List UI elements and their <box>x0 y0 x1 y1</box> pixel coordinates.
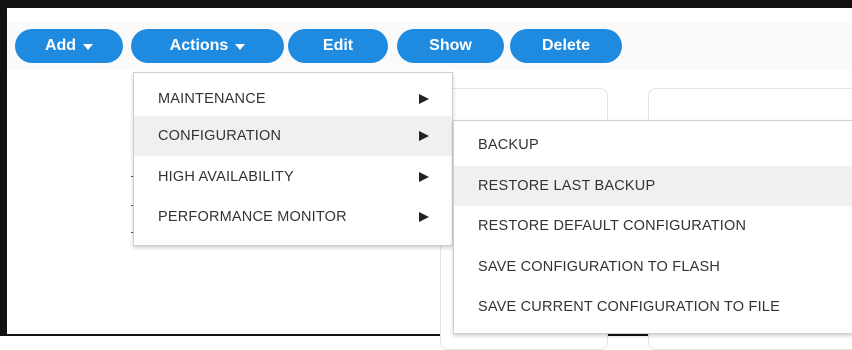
show-button[interactable]: Show <box>397 29 504 63</box>
submenu-item-label: RESTORE LAST BACKUP <box>478 178 656 194</box>
submenu-item-restore-last-backup[interactable]: RESTORE LAST BACKUP <box>454 166 852 206</box>
submenu-item-label: BACKUP <box>478 137 539 153</box>
configuration-submenu: BACKUP RESTORE LAST BACKUP RESTORE DEFAU… <box>453 120 852 334</box>
menu-item-high-availability[interactable]: HIGH AVAILABILITY <box>134 157 452 197</box>
menu-item-label: PERFORMANCE MONITOR <box>158 209 347 225</box>
menu-item-label: HIGH AVAILABILITY <box>158 169 294 185</box>
submenu-item-label: SAVE CURRENT CONFIGURATION TO FILE <box>478 299 780 315</box>
submenu-item-restore-default-configuration[interactable]: RESTORE DEFAULT CONFIGURATION <box>454 206 852 246</box>
menu-item-configuration[interactable]: CONFIGURATION <box>134 116 452 156</box>
chevron-right-icon <box>419 212 429 222</box>
chevron-down-icon <box>235 44 246 50</box>
submenu-item-label: RESTORE DEFAULT CONFIGURATION <box>478 218 747 234</box>
chevron-right-icon <box>419 131 429 141</box>
submenu-item-save-configuration-to-flash[interactable]: SAVE CONFIGURATION TO FLASH <box>454 247 852 287</box>
add-button[interactable]: Add <box>15 29 123 63</box>
chevron-right-icon <box>419 172 429 182</box>
delete-button-label: Delete <box>541 37 591 54</box>
submenu-item-backup[interactable]: BACKUP <box>454 125 852 165</box>
menu-item-maintenance[interactable]: MAINTENANCE <box>134 79 452 119</box>
chevron-right-icon <box>419 94 429 104</box>
actions-button[interactable]: Actions <box>131 29 284 63</box>
actions-button-label: Actions <box>169 37 229 54</box>
menu-item-label: CONFIGURATION <box>158 128 282 144</box>
submenu-item-save-current-configuration-to-file[interactable]: SAVE CURRENT CONFIGURATION TO FILE <box>454 287 852 327</box>
delete-button[interactable]: Delete <box>510 29 622 63</box>
menu-item-label: MAINTENANCE <box>158 91 266 107</box>
show-button-label: Show <box>429 37 472 54</box>
submenu-item-label: SAVE CONFIGURATION TO FLASH <box>478 259 721 275</box>
menu-item-performance-monitor[interactable]: PERFORMANCE MONITOR <box>134 197 452 237</box>
edit-button[interactable]: Edit <box>288 29 388 63</box>
edit-button-label: Edit <box>322 37 354 54</box>
chevron-down-icon <box>83 44 94 50</box>
actions-menu: MAINTENANCE CONFIGURATION HIGH AVAILABIL… <box>133 72 453 246</box>
add-button-label: Add <box>44 37 77 54</box>
